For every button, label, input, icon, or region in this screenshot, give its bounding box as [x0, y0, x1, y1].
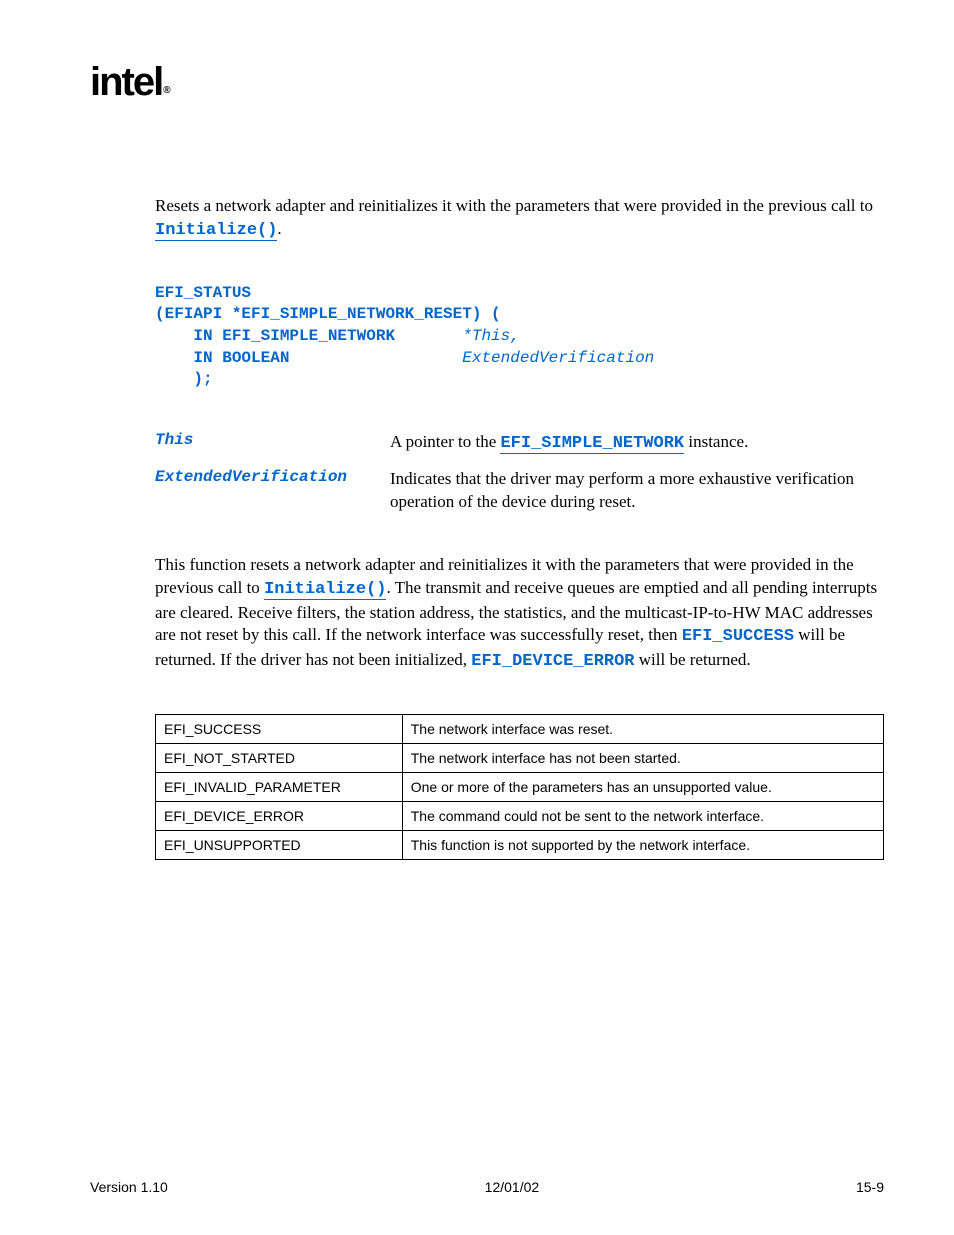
footer-version: Version 1.10: [90, 1179, 168, 1195]
summary-text-2: .: [277, 219, 281, 238]
parameters-section: This A pointer to the EFI_SIMPLE_NETWORK…: [155, 431, 884, 514]
status-desc: The network interface was reset.: [402, 715, 883, 744]
status-desc: This function is not supported by the ne…: [402, 831, 883, 860]
param-desc-extended: Indicates that the driver may perform a …: [390, 468, 884, 514]
param-name-extended: ExtendedVerification: [155, 468, 390, 486]
param-desc-pre: A pointer to the: [390, 432, 500, 451]
param-desc-post: instance.: [684, 432, 748, 451]
code-line-1: EFI_STATUS: [155, 284, 251, 302]
code-line-3a: IN EFI_SIMPLE_NETWORK: [155, 327, 462, 345]
status-desc: The network interface has not been start…: [402, 744, 883, 773]
description-paragraph: This function resets a network adapter a…: [155, 554, 884, 675]
initialize-link-2[interactable]: Initialize(): [264, 580, 386, 600]
code-line-4a: IN BOOLEAN: [155, 349, 462, 367]
table-row: EFI_INVALID_PARAMETER One or more of the…: [156, 773, 884, 802]
summary-text-1: Resets a network adapter and reinitializ…: [155, 196, 873, 215]
status-codes-table: EFI_SUCCESS The network interface was re…: [155, 714, 884, 860]
param-desc-this: A pointer to the EFI_SIMPLE_NETWORK inst…: [390, 431, 884, 456]
intel-logo: intel®: [90, 60, 168, 105]
status-code: EFI_SUCCESS: [156, 715, 403, 744]
status-desc: One or more of the parameters has an uns…: [402, 773, 883, 802]
desc-t4: will be returned.: [635, 650, 751, 669]
status-code: EFI_UNSUPPORTED: [156, 831, 403, 860]
initialize-link[interactable]: Initialize(): [155, 221, 277, 241]
param-row: ExtendedVerification Indicates that the …: [155, 468, 884, 514]
page-footer: Version 1.10 12/01/02 15-9: [90, 1179, 884, 1195]
table-row: EFI_NOT_STARTED The network interface ha…: [156, 744, 884, 773]
status-desc: The command could not be sent to the net…: [402, 802, 883, 831]
footer-page: 15-9: [856, 1179, 884, 1195]
content-area: Resets a network adapter and reinitializ…: [90, 195, 884, 860]
page-container: intel® Resets a network adapter and rein…: [0, 0, 954, 1235]
efi-success-code: EFI_SUCCESS: [682, 627, 794, 646]
status-code: EFI_INVALID_PARAMETER: [156, 773, 403, 802]
table-row: EFI_SUCCESS The network interface was re…: [156, 715, 884, 744]
code-line-3b: *This,: [462, 327, 520, 345]
status-code: EFI_NOT_STARTED: [156, 744, 403, 773]
table-row: EFI_DEVICE_ERROR The command could not b…: [156, 802, 884, 831]
param-row: This A pointer to the EFI_SIMPLE_NETWORK…: [155, 431, 884, 456]
status-code: EFI_DEVICE_ERROR: [156, 802, 403, 831]
param-name-this: This: [155, 431, 390, 449]
code-line-4b: ExtendedVerification: [462, 349, 654, 367]
prototype-code: EFI_STATUS (EFIAPI *EFI_SIMPLE_NETWORK_R…: [155, 283, 884, 391]
efi-simple-network-link[interactable]: EFI_SIMPLE_NETWORK: [500, 434, 684, 454]
efi-device-error-code: EFI_DEVICE_ERROR: [471, 652, 634, 671]
code-line-2: (EFIAPI *EFI_SIMPLE_NETWORK_RESET) (: [155, 305, 501, 323]
summary-paragraph: Resets a network adapter and reinitializ…: [155, 195, 884, 243]
code-line-5: );: [155, 370, 213, 388]
footer-date: 12/01/02: [485, 1179, 540, 1195]
table-row: EFI_UNSUPPORTED This function is not sup…: [156, 831, 884, 860]
